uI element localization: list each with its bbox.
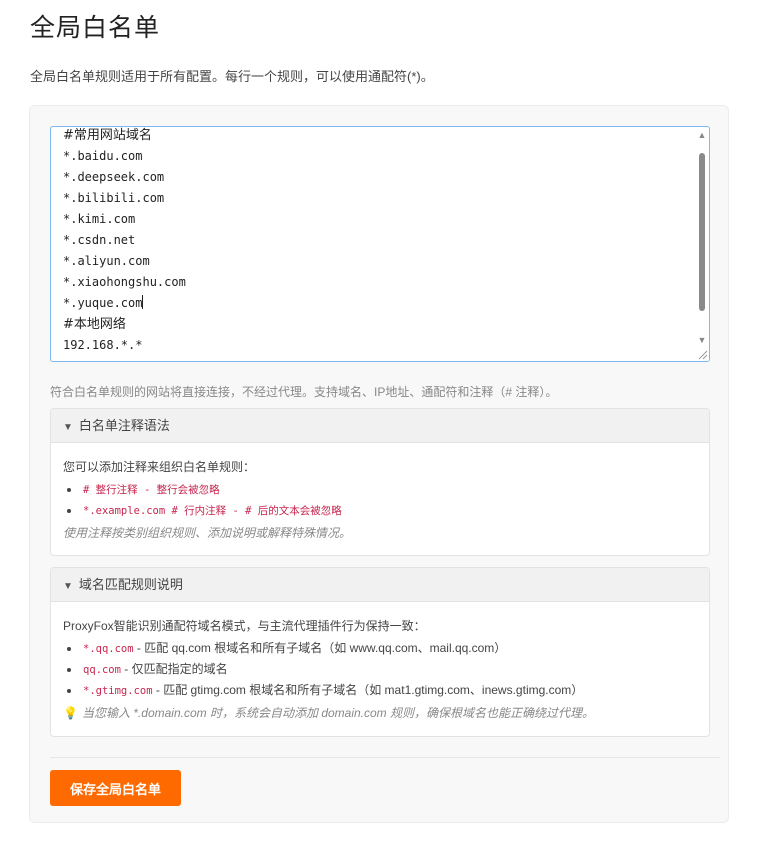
- save-whitelist-button[interactable]: 保存全局白名单: [50, 770, 181, 806]
- panel-body: 您可以添加注释来组织白名单规则： # 整行注释 - 整行会被忽略 *.examp…: [51, 443, 709, 545]
- list-item: *.qq.com - 匹配 qq.com 根域名和所有子域名（如 www.qq.…: [63, 638, 697, 659]
- scroll-down-arrow-icon[interactable]: ▼: [695, 333, 709, 347]
- editor-line: *.baidu.com: [63, 149, 143, 163]
- comment-syntax-toggle[interactable]: ▼ 白名单注释语法: [51, 409, 709, 443]
- whitelist-textarea[interactable]: #常用网站域名 *.baidu.com *.deepseek.com *.bil…: [50, 126, 710, 362]
- editor-line: *.xiaohongshu.com: [63, 275, 186, 289]
- scroll-thumb[interactable]: [699, 153, 705, 311]
- code-sample: # 整行注释 - 整行会被忽略: [83, 484, 220, 496]
- editor-line: #本地网络: [63, 317, 126, 332]
- editor-line: *.kimi.com: [63, 212, 136, 226]
- domain-rules-list: *.qq.com - 匹配 qq.com 根域名和所有子域名（如 www.qq.…: [63, 638, 697, 701]
- rule-description: - 匹配 gtimg.com 根域名和所有子域名（如 mat1.gtimg.co…: [152, 683, 584, 697]
- triangle-down-icon: ▼: [63, 581, 73, 592]
- triangle-down-icon: ▼: [63, 422, 73, 433]
- list-item: qq.com - 仅匹配指定的域名: [63, 659, 697, 680]
- editor-line: *.aliyun.com: [63, 254, 150, 268]
- page-description: 全局白名单规则适用于所有配置。每行一个规则，可以使用通配符(*)。: [30, 69, 434, 84]
- divider: [50, 757, 720, 758]
- editor-line: #常用网站域名: [63, 128, 152, 143]
- panel-title: 白名单注释语法: [78, 418, 170, 433]
- panel-body: ProxyFox智能识别通配符域名模式，与主流代理插件行为保持一致： *.qq.…: [51, 602, 709, 725]
- editor-line-text: *.yuque.com: [63, 296, 143, 310]
- editor-line: *.csdn.net: [63, 233, 136, 247]
- editor-line: *.bilibili.com: [63, 191, 165, 205]
- helper-text: 符合白名单规则的网站将直接连接，不经过代理。支持域名、IP地址、通配符和注释（#…: [50, 385, 558, 399]
- comment-syntax-list: # 整行注释 - 整行会被忽略 *.example.com # 行内注释 - #…: [63, 479, 697, 521]
- panel-intro: ProxyFox智能识别通配符域名模式，与主流代理插件行为保持一致：: [63, 619, 426, 633]
- text-caret: [142, 295, 144, 309]
- editor-line-active: *.yuque.com: [63, 293, 693, 314]
- domain-rules-toggle[interactable]: ▼ 域名匹配规则说明: [51, 568, 709, 602]
- panel-note: 💡 当您输入 *.domain.com 时，系统会自动添加 domain.com …: [63, 701, 697, 725]
- editor-scrollbar[interactable]: ▲ ▼: [695, 127, 709, 361]
- panel-note-text: 当您输入 *.domain.com 时，系统会自动添加 domain.com 规…: [81, 706, 595, 720]
- code-sample: *.example.com # 行内注释 - # 后的文本会被忽略: [83, 505, 342, 517]
- rule-description: - 仅匹配指定的域名: [120, 662, 228, 676]
- comment-syntax-panel: ▼ 白名单注释语法 您可以添加注释来组织白名单规则： # 整行注释 - 整行会被忽…: [50, 408, 710, 556]
- code-sample: *.qq.com: [83, 643, 134, 655]
- editor-line: 192.168.*.*: [63, 338, 143, 352]
- code-sample: qq.com: [83, 664, 121, 676]
- lightbulb-icon: 💡: [63, 706, 78, 720]
- page-title: 全局白名单: [30, 14, 161, 42]
- panel-title: 域名匹配规则说明: [78, 577, 183, 592]
- panel-intro: 您可以添加注释来组织白名单规则：: [63, 460, 256, 474]
- editor-line: *.deepseek.com: [63, 170, 165, 184]
- rule-description: - 匹配 qq.com 根域名和所有子域名（如 www.qq.com、mail.…: [133, 641, 507, 655]
- list-item: *.example.com # 行内注释 - # 后的文本会被忽略: [63, 500, 697, 521]
- panel-note: 使用注释按类别组织规则、添加说明或解释特殊情况。: [63, 526, 352, 540]
- resize-grip-icon[interactable]: [696, 348, 708, 360]
- scroll-up-arrow-icon[interactable]: ▲: [695, 128, 709, 142]
- whitelist-card: #常用网站域名 *.baidu.com *.deepseek.com *.bil…: [29, 105, 729, 823]
- list-item: # 整行注释 - 整行会被忽略: [63, 479, 697, 500]
- list-item: *.gtimg.com - 匹配 gtimg.com 根域名和所有子域名（如 m…: [63, 680, 697, 701]
- domain-rules-panel: ▼ 域名匹配规则说明 ProxyFox智能识别通配符域名模式，与主流代理插件行为保…: [50, 567, 710, 737]
- editor-content[interactable]: #常用网站域名 *.baidu.com *.deepseek.com *.bil…: [63, 127, 693, 356]
- code-sample: *.gtimg.com: [83, 685, 153, 697]
